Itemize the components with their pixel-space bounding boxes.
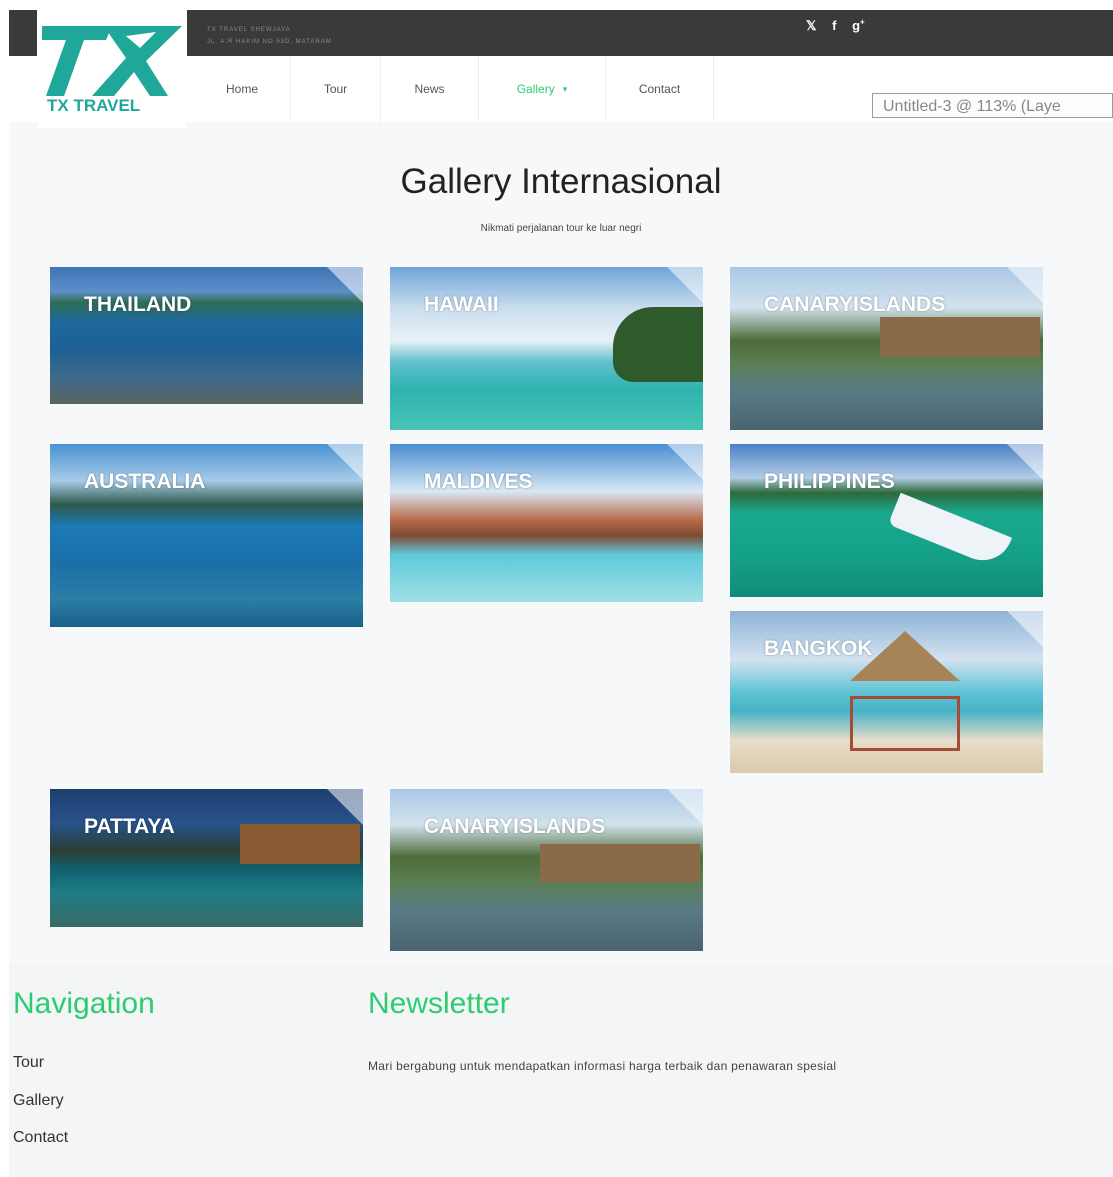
- gallery-card-bangkok[interactable]: BANGKOK: [730, 611, 1043, 773]
- card-label: CANARYISLANDS: [764, 293, 946, 316]
- logo-text: TX TRAVEL: [47, 96, 141, 115]
- footer-link-gallery[interactable]: Gallery: [13, 1092, 64, 1110]
- newsletter-heading: Newsletter: [368, 987, 510, 1020]
- nav-item-news[interactable]: News: [381, 56, 479, 122]
- address-line-1: TX TRAVEL SHEWJAYA: [207, 27, 291, 33]
- card-label: MALDIVES: [424, 470, 533, 493]
- company-address: TX TRAVEL SHEWJAYA JL. A.R HAKIM NO 53D,…: [207, 24, 332, 48]
- footer-link-tour[interactable]: Tour: [13, 1054, 44, 1072]
- card-label: PATTAYA: [84, 815, 175, 838]
- gallery-card-hawaii[interactable]: HAWAII: [390, 267, 703, 430]
- gallery-card-australia[interactable]: AUSTRALIA: [50, 444, 363, 627]
- address-line-2: JL. A.R HAKIM NO 53D, MATARAM: [207, 39, 332, 45]
- gallery-card-thailand[interactable]: THAILAND: [50, 267, 363, 404]
- gallery-card-philippines[interactable]: PHILIPPINES: [730, 444, 1043, 597]
- navigation-heading: Navigation: [13, 987, 155, 1020]
- card-label: CANARYISLANDS: [424, 815, 606, 838]
- nav-item-gallery[interactable]: Gallery ▾: [479, 56, 606, 122]
- google-plus-icon[interactable]: g+: [852, 18, 865, 33]
- dropdown-caret-icon: ▾: [562, 83, 568, 94]
- page-title: Gallery Internasional: [400, 162, 722, 201]
- nav-item-label: Gallery: [516, 82, 555, 96]
- nav-item-tour[interactable]: Tour: [291, 56, 381, 122]
- nav-item-home[interactable]: Home: [194, 56, 291, 122]
- footer: Navigation Tour Gallery Contact Newslett…: [9, 965, 1113, 1177]
- nav-item-label: Home: [225, 82, 258, 96]
- logo[interactable]: TX TRAVEL: [37, 10, 187, 128]
- nav-item-contact[interactable]: Contact: [606, 56, 714, 122]
- social-links: 𝕏 f g+: [806, 18, 877, 34]
- tx-logo-icon: [42, 26, 182, 96]
- gallery-card-canaryislands-2[interactable]: CANARYISLANDS: [390, 789, 703, 951]
- facebook-icon[interactable]: f: [832, 18, 836, 33]
- nav-item-label: Contact: [638, 82, 681, 96]
- main-menu: Home Tour News Gallery ▾ Contact: [194, 56, 714, 122]
- nav-item-label: News: [414, 82, 445, 96]
- nav-item-label: Tour: [323, 82, 348, 96]
- card-label: PHILIPPINES: [764, 470, 895, 493]
- overlay-tooltip: Untitled-3 @ 113% (Laye: [872, 93, 1113, 118]
- twitter-icon[interactable]: 𝕏: [806, 18, 816, 33]
- gallery-card-canaryislands-1[interactable]: CANARYISLANDS: [730, 267, 1043, 430]
- newsletter-text: Mari bergabung untuk mendapatkan informa…: [368, 1059, 837, 1073]
- card-label: HAWAII: [424, 293, 499, 316]
- gallery-card-pattaya[interactable]: PATTAYA: [50, 789, 363, 927]
- card-label: AUSTRALIA: [84, 470, 206, 493]
- card-label: THAILAND: [84, 293, 192, 316]
- page-subtitle: Nikmati perjalanan tour ke luar negri: [480, 223, 642, 234]
- gallery-card-maldives[interactable]: MALDIVES: [390, 444, 703, 602]
- card-label: BANGKOK: [764, 637, 873, 660]
- footer-link-contact[interactable]: Contact: [13, 1129, 68, 1147]
